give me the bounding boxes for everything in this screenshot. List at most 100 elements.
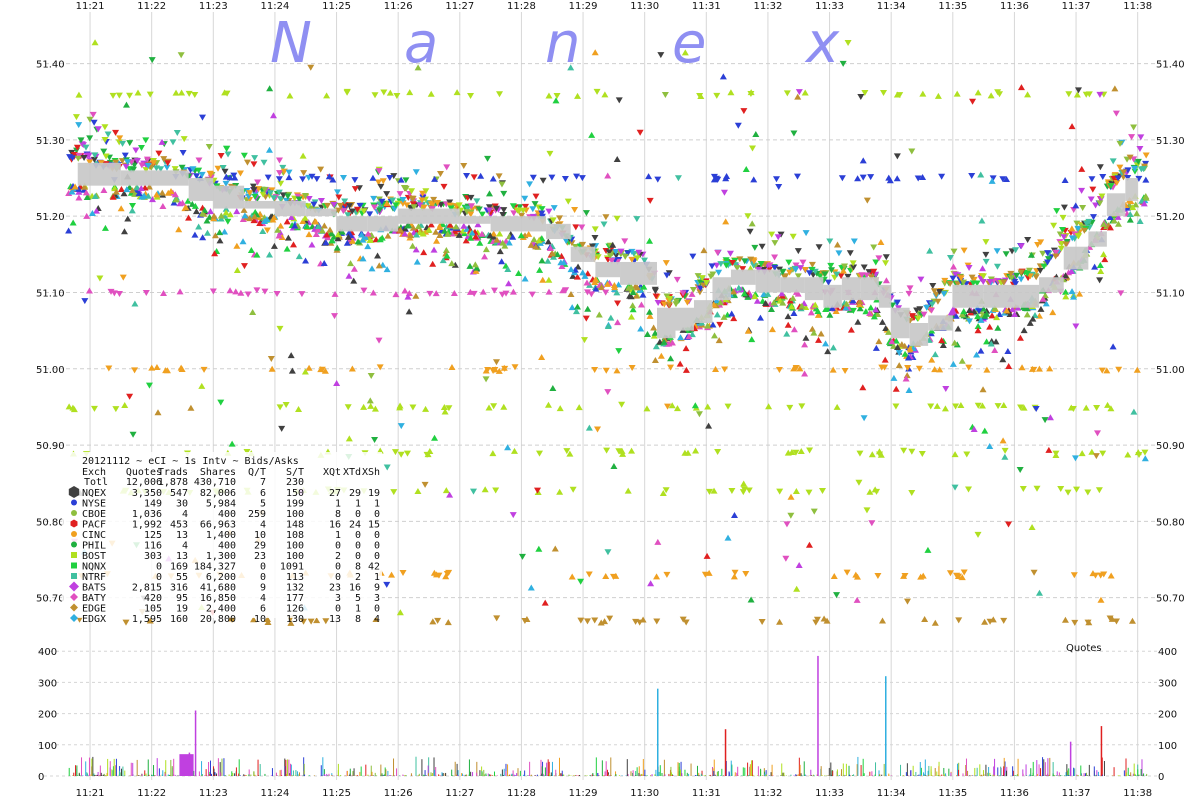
volume-bar — [389, 775, 391, 776]
stats-cell: 0 — [355, 530, 361, 541]
volume-bar — [367, 774, 369, 776]
volume-bar — [438, 774, 440, 776]
stats-cell: 2,400 — [206, 604, 236, 615]
nbbo-segment — [860, 277, 879, 301]
volume-bar — [771, 764, 773, 776]
volume-bar — [68, 767, 70, 776]
volume-bar — [434, 769, 436, 776]
stats-cell: 184,327 — [194, 562, 236, 573]
stats-cell: 199 — [286, 499, 304, 510]
stats-cell: 13 — [329, 614, 341, 625]
stats-table: 20121112 ~ eCI ~ 1s Intv ~ Bids/AsksExch… — [62, 452, 382, 625]
volume-bar — [539, 775, 541, 776]
volume-bar — [783, 772, 785, 776]
x-tick-label-top: 11:36 — [1000, 1, 1029, 12]
volume-bar — [765, 775, 767, 776]
volume-bar — [280, 769, 282, 776]
stats-cell: 10 — [254, 614, 266, 625]
volume-bar — [1103, 761, 1105, 776]
volume-bar — [728, 771, 730, 776]
volume-bar — [355, 775, 357, 776]
volume-bar — [551, 761, 553, 776]
volume-bar — [238, 773, 240, 776]
volume-bar — [1036, 760, 1038, 776]
volume-bar — [171, 766, 173, 776]
volume-bar — [96, 774, 98, 776]
x-tick-label-bottom: 11:21 — [76, 788, 105, 799]
volume-bar — [507, 764, 509, 776]
y-tick-label-right: 50.70 — [1156, 594, 1185, 605]
stats-cell: 4 — [182, 541, 188, 552]
volume-bar — [159, 775, 161, 776]
volume-bar — [878, 775, 880, 776]
volume-bar — [698, 774, 700, 776]
volume-bar — [990, 775, 992, 776]
stats-cell: 8 — [355, 614, 361, 625]
volume-bar — [73, 772, 75, 776]
volume-bar — [238, 759, 240, 776]
x-tick-label-bottom: 11:25 — [322, 788, 351, 799]
volume-bar — [828, 775, 830, 776]
volume-spike — [1100, 726, 1103, 776]
volume-bar — [208, 762, 210, 776]
volume-bar — [857, 756, 859, 776]
stats-cell: 9 — [260, 583, 266, 594]
volume-bar — [536, 774, 538, 776]
volume-bar — [454, 761, 456, 776]
volume-bar — [122, 766, 124, 776]
volume-bar — [1044, 762, 1046, 776]
volume-bar — [1133, 763, 1135, 776]
stats-total-cell: 7 — [260, 477, 266, 488]
volume-bar — [1093, 766, 1095, 776]
volume-bar — [744, 767, 746, 776]
volume-bar — [586, 775, 588, 776]
volume-bar — [359, 771, 361, 776]
volume-bar — [913, 775, 915, 776]
y-tick-label-right: 51.00 — [1156, 365, 1185, 376]
volume-bar — [915, 771, 917, 776]
stats-cell: 1 — [335, 530, 341, 541]
volume-bar — [1083, 773, 1085, 776]
volume-bar — [941, 774, 943, 776]
volume-bar — [800, 773, 802, 776]
volume-bar — [77, 775, 79, 776]
volume-bar — [709, 774, 711, 776]
volume-bar — [597, 772, 599, 776]
volume-bar — [772, 775, 774, 776]
volume-bar — [976, 767, 978, 776]
volume-bar — [235, 767, 237, 776]
volume-bar — [387, 775, 389, 776]
volume-bar — [468, 759, 470, 776]
stats-cell: 20,800 — [200, 614, 236, 625]
stats-cell: 0 — [355, 541, 361, 552]
stats-cell: 95 — [176, 593, 188, 604]
stats-cell: 24 — [349, 520, 361, 531]
volume-bar — [496, 775, 498, 776]
volume-bar — [668, 773, 670, 776]
volume-bar — [747, 762, 749, 776]
volume-tick-left: 300 — [38, 678, 57, 689]
volume-bar — [210, 773, 212, 776]
volume-bar — [605, 761, 607, 776]
x-tick-label-top: 11:29 — [569, 1, 598, 12]
volume-bar — [749, 764, 751, 776]
y-tick-label-right: 51.30 — [1156, 136, 1185, 147]
stats-cell: 116 — [144, 541, 162, 552]
volume-bar — [931, 775, 933, 776]
volume-bar — [820, 766, 822, 776]
volume-bar — [595, 757, 597, 776]
volume-bar — [346, 770, 348, 776]
volume-bar — [550, 772, 552, 776]
nbbo-segment — [928, 315, 953, 331]
stats-cell: 13 — [176, 530, 188, 541]
volume-bar — [1025, 764, 1027, 776]
stats-cell: 4 — [374, 614, 380, 625]
stats-cell: 148 — [286, 520, 304, 531]
volume-bar — [1043, 759, 1045, 776]
volume-bar — [328, 773, 330, 776]
y-tick-label-left: 50.80 — [36, 517, 65, 528]
volume-bar — [415, 756, 417, 776]
volume-bar — [1111, 775, 1113, 776]
volume-tick-right: 300 — [1158, 678, 1177, 689]
volume-bar — [1004, 768, 1006, 776]
